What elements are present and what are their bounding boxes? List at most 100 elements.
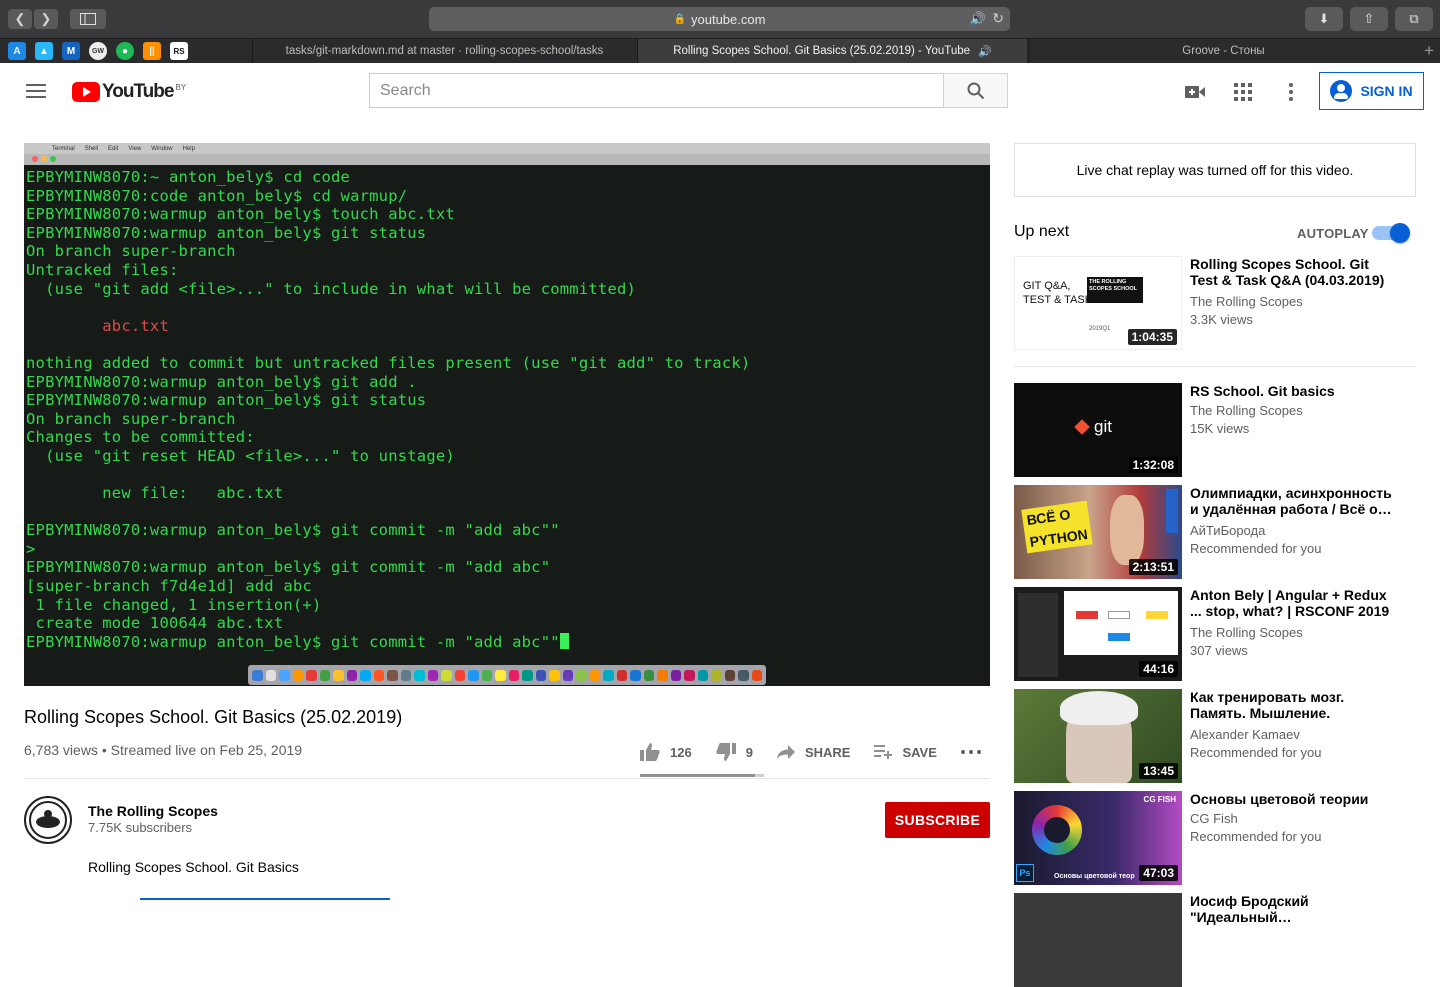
rec-title[interactable]: Основы цветовой теории [1190, 791, 1395, 807]
video-thumbnail[interactable]: 13:45 [1014, 689, 1182, 783]
menu-icon[interactable] [26, 84, 46, 98]
recommended-video[interactable]: Иосиф Бродский "Идеальный… [1014, 893, 1416, 987]
rec-views: Recommended for you [1190, 829, 1322, 844]
speaker-icon[interactable]: 🔊 [970, 11, 986, 27]
more-actions-button[interactable] [960, 750, 981, 754]
mail-icon[interactable]: M [62, 42, 80, 60]
recommended-video[interactable]: git 1:32:08 RS School. Git basics The Ro… [1014, 383, 1416, 477]
dock-app-icon [589, 669, 600, 681]
more-horizontal-icon [960, 750, 981, 754]
dislike-count: 9 [745, 744, 753, 760]
recommended-video[interactable]: 13:45 Как тренировать мозг. Память. Мышл… [1014, 689, 1416, 783]
channel-name[interactable]: The Rolling Scopes [88, 803, 218, 819]
tab-github[interactable]: tasks/git-markdown.md at master · rollin… [252, 39, 636, 63]
rec-channel[interactable]: АйТиБорода [1190, 523, 1265, 538]
sign-in-button[interactable]: SIGN IN [1319, 72, 1424, 110]
tab-groove[interactable]: Groove - Стоны [1028, 39, 1418, 63]
search-input[interactable] [380, 81, 944, 100]
rec-channel[interactable]: The Rolling Scopes [1190, 403, 1303, 418]
recommended-video[interactable]: 44:16 Anton Bely | Angular + Redux ... s… [1014, 587, 1416, 681]
recommended-video[interactable]: ВСЁ О PYTHON 2:13:51 Олимпиадки, асинхро… [1014, 485, 1416, 579]
dock-app-icon [616, 669, 627, 681]
share-toolbar-button[interactable]: ⇧ [1350, 7, 1388, 31]
recommended-video[interactable]: CG FISH Ps Основы цветовой теор 47:03 Ос… [1014, 791, 1416, 885]
dock-app-icon [387, 669, 398, 681]
dock-app-icon [454, 669, 465, 681]
create-video-icon[interactable] [1183, 80, 1207, 104]
recommended-video[interactable]: GIT Q&A, TEST & TASK THE ROLLING SCOPES … [1014, 256, 1416, 350]
tab-youtube[interactable]: Rolling Scopes School. Git Basics (25.02… [637, 39, 1027, 63]
rec-title[interactable]: Иосиф Бродский "Идеальный… [1190, 893, 1395, 925]
channel-avatar[interactable] [24, 796, 72, 844]
address-bar[interactable]: 🔒 youtube.com 🔊 ↻ [429, 7, 1010, 31]
video-dock [248, 665, 766, 685]
rec-title[interactable]: Anton Bely | Angular + Redux ... stop, w… [1190, 587, 1395, 619]
lock-icon: 🔒 [673, 13, 686, 25]
rec-channel[interactable]: CG Fish [1190, 811, 1238, 826]
rec-title[interactable]: RS School. Git basics [1190, 383, 1395, 399]
rec-title[interactable]: Как тренировать мозг. Память. Мышление. … [1190, 689, 1395, 721]
thumbnail-text: Основы цветовой теор [1054, 873, 1135, 880]
chevron-left-icon: ❮ [14, 11, 26, 26]
tabs-overview-button[interactable]: ⧉ [1395, 7, 1433, 31]
dock-app-icon [319, 669, 330, 681]
video-thumbnail[interactable] [1014, 893, 1182, 987]
dock-app-icon [576, 669, 587, 681]
apps-grid-icon[interactable] [1231, 80, 1255, 104]
up-next-heading: Up next [1014, 223, 1070, 240]
rec-channel[interactable]: The Rolling Scopes [1190, 625, 1303, 640]
back-button[interactable]: ❮ [8, 9, 32, 29]
youtube-logo[interactable]: YouTube BY [72, 81, 186, 103]
video-thumbnail[interactable]: GIT Q&A, TEST & TASK THE ROLLING SCOPES … [1014, 256, 1182, 350]
rec-channel[interactable]: The Rolling Scopes [1190, 294, 1303, 309]
video-thumbnail[interactable]: 44:16 [1014, 587, 1182, 681]
dock-app-icon [751, 669, 762, 681]
rs-school-badge: THE ROLLING SCOPES SCHOOL [1087, 277, 1143, 303]
save-button[interactable]: SAVE [874, 745, 937, 760]
like-button[interactable]: 126 [640, 743, 692, 761]
thumbnail-text: ВСЁ О PYTHON [1021, 500, 1094, 554]
gw-icon[interactable]: GW [89, 42, 107, 60]
sidebar-toggle-button[interactable] [70, 9, 106, 29]
terminal-line: EPBYMINW8070:warmup anton_bely$ git comm… [26, 521, 560, 540]
speaker-icon[interactable]: 🔊 [978, 45, 992, 58]
rs-icon[interactable]: RS [170, 42, 188, 60]
rec-title[interactable]: Олимпиадки, асинхронность и удалённая ра… [1190, 485, 1395, 517]
app-store-icon[interactable]: A [8, 42, 26, 60]
subscribe-button[interactable]: SUBSCRIBE [885, 802, 990, 838]
downloads-button[interactable]: ⬇ [1305, 7, 1343, 31]
maps-icon[interactable]: ▲ [35, 42, 53, 60]
favorites-bar: A ▲ M GW ● || RS [8, 42, 188, 60]
bars-icon[interactable]: || [143, 42, 161, 60]
url-text: youtube.com [691, 11, 766, 27]
terminal-line: > [26, 539, 36, 558]
terminal-line: nothing added to commit but untracked fi… [26, 353, 751, 372]
dock-app-icon [508, 669, 519, 681]
dock-app-icon [292, 669, 303, 681]
chat-notice-text: Live chat replay was turned off for this… [1076, 162, 1354, 178]
autoplay-toggle[interactable] [1372, 223, 1410, 243]
playlist-add-icon [874, 745, 893, 759]
terminal-line: abc.txt [26, 316, 169, 335]
share-button[interactable]: SHARE [776, 745, 850, 760]
account-icon [1330, 80, 1353, 102]
new-tab-icon[interactable]: + [1424, 41, 1434, 61]
rec-title[interactable]: Rolling Scopes School. Git Test & Task Q… [1190, 256, 1395, 288]
terminal-line: EPBYMINW8070:warmup anton_bely$ git stat… [26, 223, 427, 242]
spotify-icon[interactable]: ● [116, 42, 134, 60]
dislike-button[interactable]: 9 [716, 743, 753, 761]
search-button[interactable] [943, 73, 1008, 108]
terminal-line: EPBYMINW8070:code anton_bely$ cd warmup/ [26, 186, 408, 205]
dock-app-icon [468, 669, 479, 681]
dock-app-icon [400, 669, 411, 681]
forward-button[interactable]: ❯ [34, 9, 58, 29]
video-thumbnail[interactable]: ВСЁ О PYTHON 2:13:51 [1014, 485, 1182, 579]
video-player[interactable]: Terminal Shell Edit View Window Help EPBYMINW… [24, 143, 990, 686]
video-thumbnail[interactable]: git 1:32:08 [1014, 383, 1182, 477]
dock-app-icon [670, 669, 681, 681]
rec-channel[interactable]: Alexander Kamaev [1190, 727, 1300, 742]
video-thumbnail[interactable]: CG FISH Ps Основы цветовой теор 47:03 [1014, 791, 1182, 885]
reload-icon[interactable]: ↻ [992, 10, 1004, 27]
more-vertical-icon[interactable] [1279, 80, 1303, 104]
tabs-icon: ⧉ [1409, 11, 1419, 26]
